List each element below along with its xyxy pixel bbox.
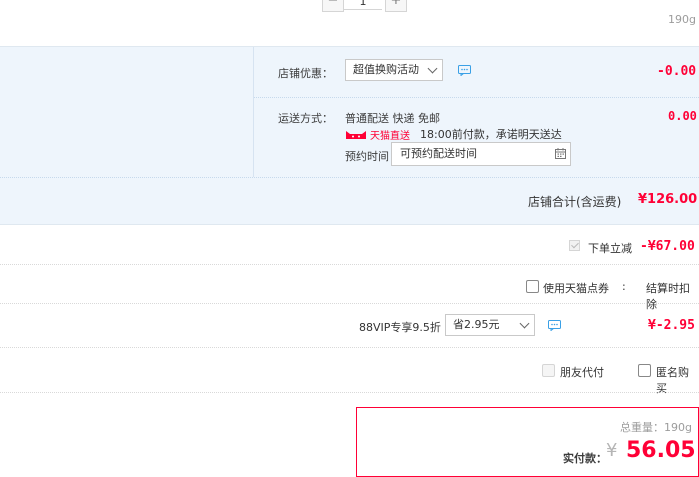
actual-payment-amount: 56.05 — [626, 438, 696, 463]
tmall-coupon-colon: : — [622, 280, 626, 293]
row-separator — [0, 392, 699, 393]
message-icon[interactable] — [458, 65, 471, 79]
quantity-input[interactable]: 1 — [344, 0, 382, 10]
vip-discount-amount: ¥-2.95 — [648, 318, 695, 333]
calendar-icon[interactable] — [555, 148, 566, 162]
chevron-down-icon — [427, 63, 438, 74]
shipping-label: 运送方式： — [278, 112, 333, 125]
message-icon[interactable] — [548, 320, 561, 334]
row-separator — [0, 264, 699, 265]
chevron-down-icon — [519, 318, 530, 329]
tmall-direct-badge: 天猫直送 — [345, 127, 410, 143]
currency-symbol: ¥ — [606, 440, 618, 461]
row-separator — [0, 303, 699, 304]
quantity-decrease-button[interactable]: − — [322, 0, 344, 12]
shipping-amount: 0.00 — [668, 109, 697, 123]
shipping-method: 普通配送 快递 免邮 — [345, 112, 440, 125]
tmall-cat-icon — [345, 129, 367, 143]
friend-pay-label: 朋友代付 — [560, 366, 604, 379]
instant-discount-label: 下单立减 — [588, 242, 632, 255]
coupon-settle-text: 结算时扣除 — [646, 282, 690, 311]
shop-subtotal-amount: ¥126.00 — [638, 192, 698, 207]
shipping-promise: 18:00前付款，承诺明天送达 — [420, 128, 562, 141]
vip-discount-value: 省2.95元 — [453, 318, 500, 331]
shop-discount-label: 店铺优惠： — [278, 67, 333, 80]
panel-divider — [253, 47, 254, 177]
row-divider — [254, 97, 699, 98]
total-weight: 总重量：190g — [620, 421, 692, 434]
booking-time-input[interactable]: 可预约配送时间 — [391, 142, 571, 166]
shop-discount-value: 超值换购活动 — [353, 63, 419, 76]
instant-discount-amount: -¥67.00 — [640, 239, 695, 254]
tmall-coupon-label: 使用天猫点券 — [543, 282, 609, 295]
shop-discount-select[interactable]: 超值换购活动 — [345, 59, 443, 81]
quantity-increase-button[interactable]: + — [385, 0, 407, 12]
shop-discount-amount: -0.00 — [657, 64, 697, 79]
instant-discount-checkbox[interactable] — [569, 240, 580, 251]
tmall-badge-text: 天猫直送 — [370, 131, 410, 142]
tmall-coupon-checkbox[interactable] — [526, 280, 539, 293]
vip-discount-label: 88VIP专享9.5折 — [359, 321, 441, 334]
friend-pay-checkbox[interactable] — [542, 364, 555, 377]
row-separator — [0, 347, 699, 348]
actual-payment-label: 实付款： — [563, 452, 607, 465]
anonymous-purchase-checkbox[interactable] — [638, 364, 651, 377]
shop-subtotal-label: 店铺合计(含运费) — [528, 195, 622, 209]
product-weight: 190g — [668, 13, 696, 26]
vip-discount-select[interactable]: 省2.95元 — [445, 314, 535, 336]
booking-time-label: 预约时间 — [345, 150, 389, 163]
